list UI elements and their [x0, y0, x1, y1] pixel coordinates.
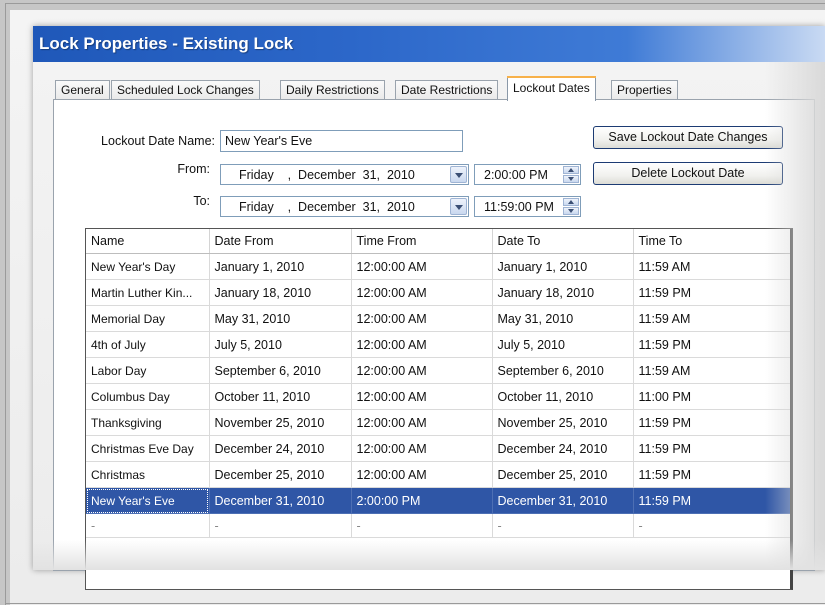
- cell-date-to: January 1, 2010: [492, 253, 634, 280]
- lockout-date-name-label: Lockout Date Name:: [101, 134, 215, 148]
- cell-name: Christmas: [86, 461, 210, 488]
- cell-date-to: July 5, 2010: [492, 331, 634, 358]
- table-row[interactable]: 4th of July July 5, 2010 12:00:00 AM Jul…: [86, 331, 790, 358]
- cell-name: Martin Luther Kin...: [86, 279, 210, 306]
- table-row[interactable]: Christmas Eve Day December 24, 2010 12:0…: [86, 435, 790, 462]
- cell-date-from: July 5, 2010: [209, 331, 352, 358]
- cell-date-from: December 24, 2010: [209, 435, 352, 462]
- table-row[interactable]: New Year's Day January 1, 2010 12:00:00 …: [86, 253, 790, 280]
- tab-lockout-dates[interactable]: Lockout Dates: [507, 76, 596, 101]
- table-row-selected[interactable]: New Year's Eve December 31, 2010 2:00:00…: [86, 487, 790, 514]
- cell-date-from: September 6, 2010: [209, 357, 352, 384]
- from-time-picker[interactable]: 2:00:00 PM: [474, 164, 581, 185]
- table-header-row: Name Date From Time From Date To Time To: [86, 229, 790, 254]
- table-row[interactable]: Christmas December 25, 2010 12:00:00 AM …: [86, 461, 790, 488]
- spinner-icon: [563, 198, 579, 215]
- frame-border-left: [5, 3, 6, 605]
- cell-date-from: January 1, 2010: [209, 253, 352, 280]
- tab-date-restrictions[interactable]: Date Restrictions: [395, 80, 499, 100]
- spin-down-icon[interactable]: [563, 207, 579, 215]
- cell-time-from: 2:00:00 PM: [351, 487, 493, 514]
- cell-name: 4th of July: [86, 331, 210, 358]
- cell-name: New Year's Day: [86, 253, 210, 280]
- cell-name: Memorial Day: [86, 305, 210, 332]
- chevron-down-icon[interactable]: [450, 166, 467, 183]
- spin-up-icon[interactable]: [563, 166, 579, 174]
- cell-date-to: -: [492, 513, 634, 538]
- title-bar[interactable]: Lock Properties - Existing Lock: [33, 26, 825, 62]
- cell-date-to: November 25, 2010: [492, 409, 634, 436]
- from-date-picker[interactable]: Friday , December 31, 2010: [220, 164, 469, 185]
- table-row[interactable]: Memorial Day May 31, 2010 12:00:00 AM Ma…: [86, 305, 790, 332]
- cell-time-from: -: [351, 513, 493, 538]
- column-header-date-to[interactable]: Date To: [492, 229, 634, 254]
- cell-date-to: October 11, 2010: [492, 383, 634, 410]
- table-row[interactable]: Labor Day September 6, 2010 12:00:00 AM …: [86, 357, 790, 384]
- to-date-value: Friday , December 31, 2010: [239, 200, 415, 214]
- from-label: From:: [177, 162, 210, 176]
- cell-name: Labor Day: [86, 357, 210, 384]
- frame-border-top: [5, 3, 825, 4]
- cell-date-to: December 24, 2010: [492, 435, 634, 462]
- cell-date-from: January 18, 2010: [209, 279, 352, 306]
- cell-name: -: [86, 513, 210, 538]
- cell-date-from: December 31, 2010: [209, 487, 352, 514]
- from-date-value: Friday , December 31, 2010: [239, 168, 415, 182]
- table-row-new[interactable]: - - - - -: [86, 513, 790, 538]
- chevron-down-icon[interactable]: [450, 198, 467, 215]
- cell-date-from: October 11, 2010: [209, 383, 352, 410]
- lockout-date-name-input[interactable]: New Year's Eve: [220, 130, 463, 152]
- delete-lockout-date-button[interactable]: Delete Lockout Date: [593, 162, 783, 185]
- tab-daily-restrictions[interactable]: Daily Restrictions: [280, 80, 385, 100]
- window-bottom-fade: [33, 540, 825, 570]
- cell-date-from: December 25, 2010: [209, 461, 352, 488]
- table-row[interactable]: Columbus Day October 11, 2010 12:00:00 A…: [86, 383, 790, 410]
- cell-time-from: 12:00:00 AM: [351, 279, 493, 306]
- to-label: To:: [193, 194, 210, 208]
- frame-border-bottom: [5, 603, 825, 604]
- lockout-dates-table: Name Date From Time From Date To Time To…: [85, 228, 793, 590]
- lock-properties-window: Lock Properties - Existing Lock General …: [33, 26, 825, 590]
- cell-name: Christmas Eve Day: [86, 435, 210, 462]
- cell-date-to: May 31, 2010: [492, 305, 634, 332]
- from-time-value: 2:00:00 PM: [484, 168, 548, 182]
- spin-up-icon[interactable]: [563, 198, 579, 206]
- cell-date-to: December 25, 2010: [492, 461, 634, 488]
- save-lockout-date-button[interactable]: Save Lockout Date Changes: [593, 126, 783, 149]
- cell-date-to: January 18, 2010: [492, 279, 634, 306]
- cell-date-to: December 31, 2010: [492, 487, 634, 514]
- table-row[interactable]: Martin Luther Kin... January 18, 2010 12…: [86, 279, 790, 306]
- cell-time-from: 12:00:00 AM: [351, 461, 493, 488]
- cell-time-from: 12:00:00 AM: [351, 383, 493, 410]
- column-header-time-from[interactable]: Time From: [351, 229, 493, 254]
- tab-properties[interactable]: Properties: [611, 80, 678, 100]
- window-title: Lock Properties - Existing Lock: [39, 34, 294, 53]
- window-edge-fade: [765, 62, 825, 570]
- cell-date-from: May 31, 2010: [209, 305, 352, 332]
- cell-date-from: -: [209, 513, 352, 538]
- cell-date-to: September 6, 2010: [492, 357, 634, 384]
- spin-down-icon[interactable]: [563, 175, 579, 183]
- cell-date-from: November 25, 2010: [209, 409, 352, 436]
- cell-time-from: 12:00:00 AM: [351, 357, 493, 384]
- cell-name: Columbus Day: [86, 383, 210, 410]
- tab-general[interactable]: General: [55, 80, 110, 100]
- spinner-icon: [563, 166, 579, 183]
- to-time-value: 11:59:00 PM: [484, 200, 554, 214]
- column-header-name[interactable]: Name: [86, 229, 210, 254]
- cell-name: Thanksgiving: [86, 409, 210, 436]
- column-header-date-from[interactable]: Date From: [209, 229, 352, 254]
- cell-time-from: 12:00:00 AM: [351, 409, 493, 436]
- to-date-picker[interactable]: Friday , December 31, 2010: [220, 196, 469, 217]
- table-row[interactable]: Thanksgiving November 25, 2010 12:00:00 …: [86, 409, 790, 436]
- to-time-picker[interactable]: 11:59:00 PM: [474, 196, 581, 217]
- cell-name: New Year's Eve: [86, 487, 210, 514]
- cell-time-from: 12:00:00 AM: [351, 305, 493, 332]
- cell-time-from: 12:00:00 AM: [351, 331, 493, 358]
- cell-time-from: 12:00:00 AM: [351, 253, 493, 280]
- tab-scheduled-lock-changes[interactable]: Scheduled Lock Changes: [111, 80, 260, 100]
- cell-time-from: 12:00:00 AM: [351, 435, 493, 462]
